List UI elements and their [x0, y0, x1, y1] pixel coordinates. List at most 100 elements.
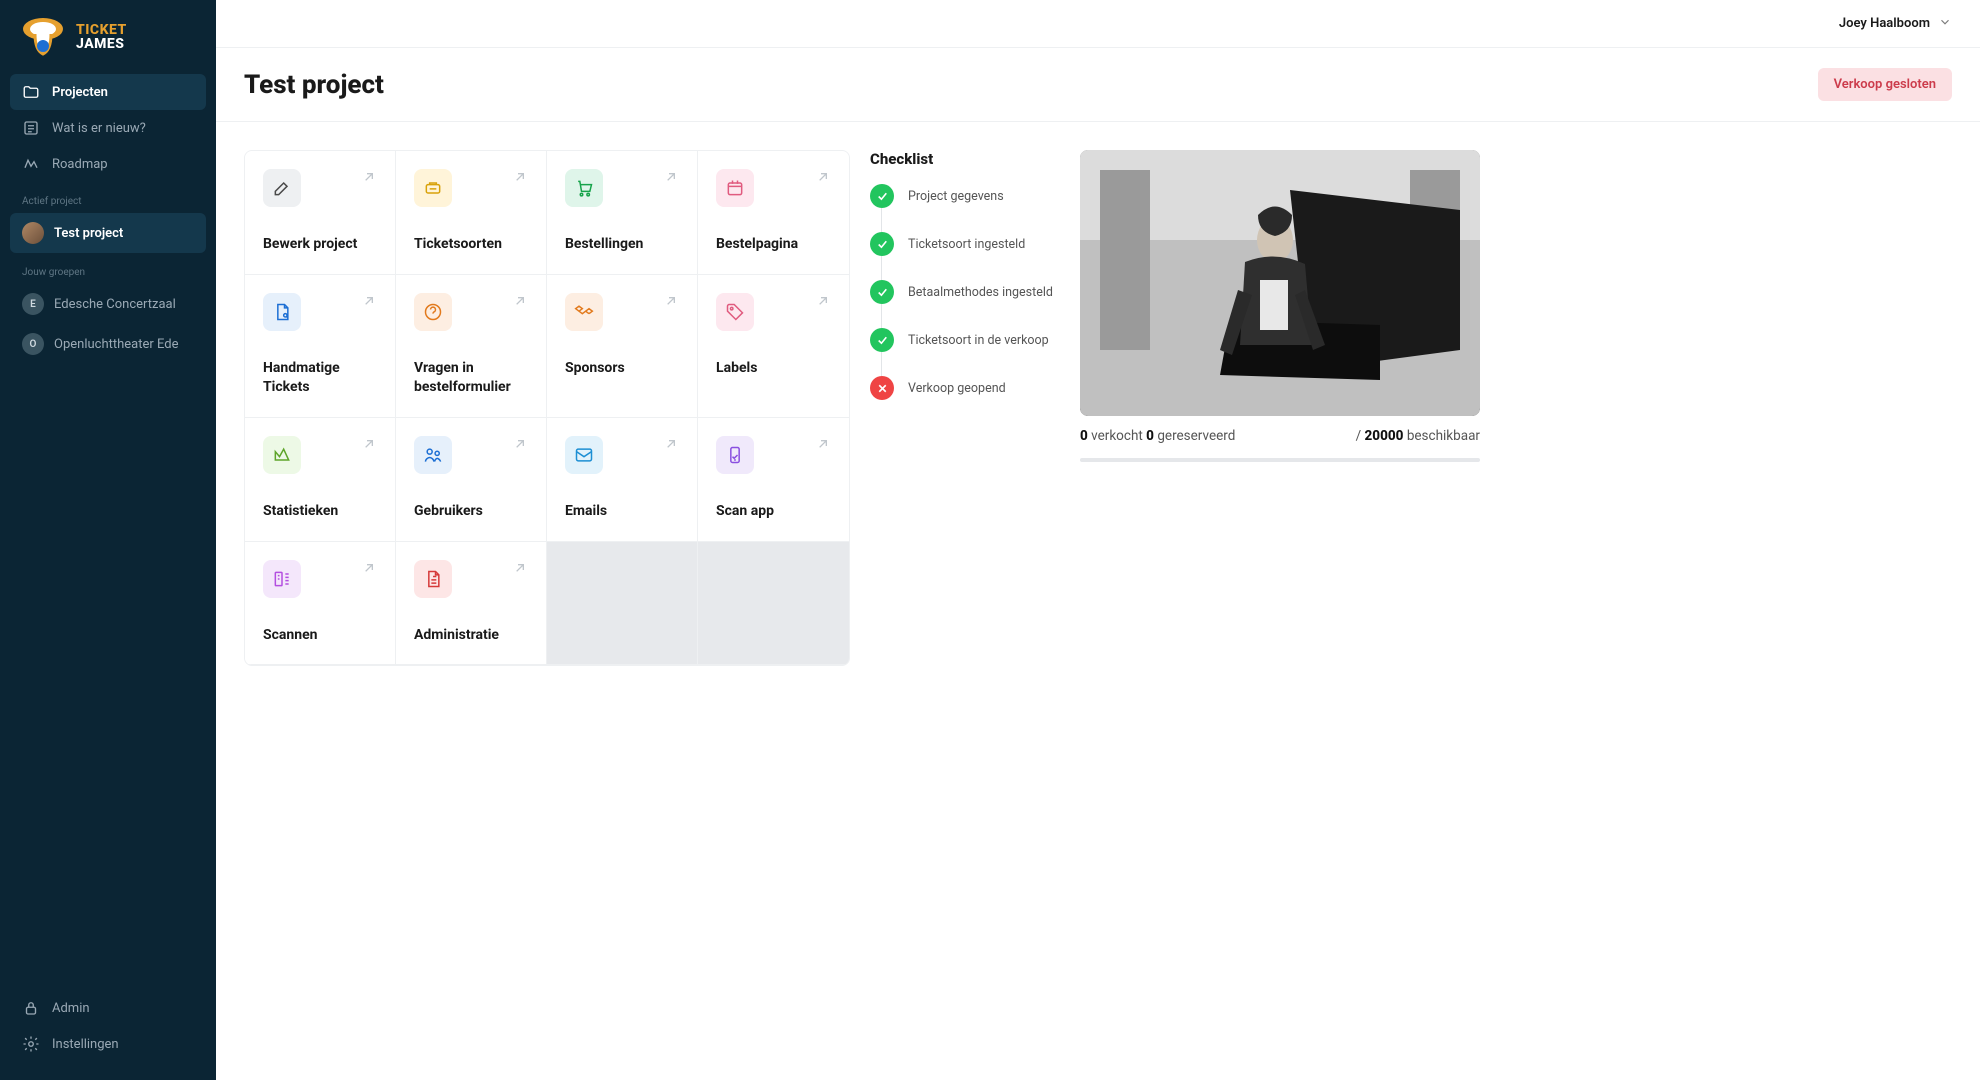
card-handmatige-tickets[interactable]: Handmatige Tickets — [245, 275, 396, 418]
user-name: Joey Haalboom — [1839, 16, 1930, 31]
project-label: Test project — [54, 226, 123, 241]
card-emails[interactable]: Emails — [547, 418, 698, 542]
checklist-label: Project gegevens — [908, 189, 1004, 204]
card-icon — [414, 293, 452, 331]
main: Joey Haalboom Test project Verkoop geslo… — [216, 0, 1980, 1080]
chevron-down-icon — [1938, 15, 1952, 33]
nav-label: Wat is er nieuw? — [52, 121, 146, 136]
card-icon — [414, 436, 452, 474]
card-icon — [716, 436, 754, 474]
checklist-label: Ticketsoort in de verkoop — [908, 333, 1049, 348]
card-icon — [565, 436, 603, 474]
right-panel: 0 verkocht 0 gereserveerd / 20000 beschi… — [1080, 150, 1480, 462]
checklist: Checklist Project gegevensTicketsoort in… — [870, 150, 1060, 400]
card-icon — [263, 169, 301, 207]
checklist-item: Ticketsoort in de verkoop — [870, 328, 1060, 352]
section-active-project: Actief project — [10, 182, 206, 213]
stats-left: 0 verkocht 0 gereserveerd — [1080, 428, 1235, 444]
group-badge: O — [22, 333, 44, 355]
nav-projects[interactable]: Projecten — [10, 74, 206, 110]
nav-admin[interactable]: Admin — [10, 990, 206, 1026]
x-icon — [870, 376, 894, 400]
card-icon — [263, 560, 301, 598]
group-item-edesche[interactable]: E Edesche Concertzaal — [10, 284, 206, 324]
group-badge: E — [22, 293, 44, 315]
arrow-icon — [361, 169, 377, 185]
gear-icon — [22, 1035, 40, 1053]
card-icon — [716, 169, 754, 207]
stats-row: 0 verkocht 0 gereserveerd / 20000 beschi… — [1080, 428, 1480, 444]
card-label: Emails — [565, 502, 679, 521]
card-icon — [263, 436, 301, 474]
brand-logo[interactable]: TICKET JAMES — [10, 10, 206, 74]
card-gebruikers[interactable]: Gebruikers — [396, 418, 547, 542]
card-ticketsoorten[interactable]: Ticketsoorten — [396, 151, 547, 275]
logo-text: TICKET JAMES — [76, 23, 127, 51]
card-grid: Bewerk project Ticketsoorten Bestellingen B… — [244, 150, 850, 666]
arrow-icon — [663, 169, 679, 185]
card-label: Bestellingen — [565, 235, 679, 254]
card-empty — [547, 542, 698, 666]
card-label: Statistieken — [263, 502, 377, 521]
card-administratie[interactable]: Administratie — [396, 542, 547, 666]
logo-icon — [18, 16, 68, 58]
active-project-item[interactable]: Test project — [10, 213, 206, 253]
lock-icon — [22, 999, 40, 1017]
card-label: Administratie — [414, 626, 528, 645]
card-empty — [698, 542, 849, 666]
card-icon — [716, 293, 754, 331]
card-icon — [414, 169, 452, 207]
project-image — [1080, 150, 1480, 416]
status-badge: Verkoop gesloten — [1818, 68, 1952, 101]
nav-whats-new[interactable]: Wat is er nieuw? — [10, 110, 206, 146]
nav-label: Admin — [52, 1001, 90, 1016]
checklist-label: Ticketsoort ingesteld — [908, 237, 1025, 252]
card-sponsors[interactable]: Sponsors — [547, 275, 698, 418]
checklist-items: Project gegevens Ticketsoort ingesteld Bet… — [870, 184, 1060, 400]
card-bewerk-project[interactable]: Bewerk project — [245, 151, 396, 275]
checklist-item: Betaalmethodes ingesteld — [870, 280, 1060, 304]
card-icon — [565, 169, 603, 207]
check-icon — [870, 232, 894, 256]
group-item-openlucht[interactable]: O Openluchttheater Ede — [10, 324, 206, 364]
card-label: Bestelpagina — [716, 235, 831, 254]
card-label: Labels — [716, 359, 831, 378]
card-label: Scannen — [263, 626, 377, 645]
arrow-icon — [361, 560, 377, 576]
arrow-icon — [512, 436, 528, 452]
user-menu[interactable]: Joey Haalboom — [1839, 15, 1952, 33]
page-title: Test project — [244, 70, 384, 100]
roadmap-icon — [22, 155, 40, 173]
card-label: Ticketsoorten — [414, 235, 528, 254]
arrow-icon — [512, 169, 528, 185]
card-statistieken[interactable]: Statistieken — [245, 418, 396, 542]
nav-label: Projecten — [52, 85, 108, 100]
card-bestelpagina[interactable]: Bestelpagina — [698, 151, 849, 275]
card-icon — [565, 293, 603, 331]
arrow-icon — [512, 293, 528, 309]
card-scan-app[interactable]: Scan app — [698, 418, 849, 542]
checklist-item: Project gegevens — [870, 184, 1060, 208]
arrow-icon — [663, 436, 679, 452]
stats-right: / 20000 beschikbaar — [1356, 428, 1480, 444]
check-icon — [870, 280, 894, 304]
nav-label: Instellingen — [52, 1037, 119, 1052]
card-vragen-in-bestelformulier[interactable]: Vragen in bestelformulier — [396, 275, 547, 418]
arrow-icon — [512, 560, 528, 576]
sidebar: TICKET JAMES Projecten Wat is er nieuw? … — [0, 0, 216, 1080]
nav-settings[interactable]: Instellingen — [10, 1026, 206, 1062]
arrow-icon — [815, 436, 831, 452]
nav-roadmap[interactable]: Roadmap — [10, 146, 206, 182]
page-header: Test project Verkoop gesloten — [216, 48, 1980, 122]
topbar: Joey Haalboom — [216, 0, 1980, 48]
section-your-groups: Jouw groepen — [10, 253, 206, 284]
nav-label: Roadmap — [52, 157, 108, 172]
progress-bar — [1080, 458, 1480, 462]
news-icon — [22, 119, 40, 137]
project-avatar — [22, 222, 44, 244]
check-icon — [870, 328, 894, 352]
card-labels[interactable]: Labels — [698, 275, 849, 418]
card-bestellingen[interactable]: Bestellingen — [547, 151, 698, 275]
card-icon — [263, 293, 301, 331]
card-scannen[interactable]: Scannen — [245, 542, 396, 666]
